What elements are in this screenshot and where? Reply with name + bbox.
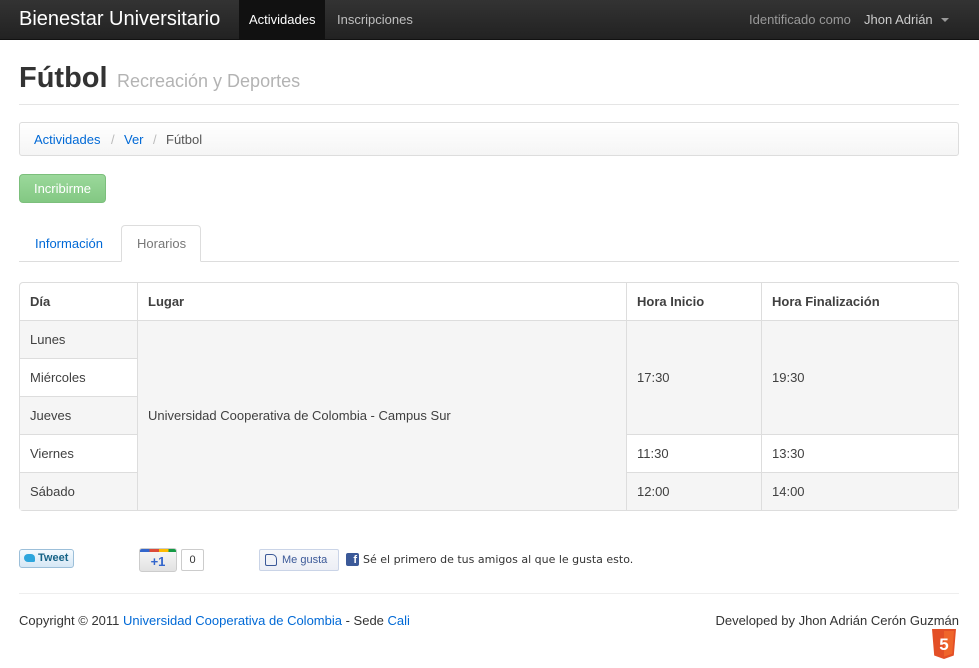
breadcrumb-item-current: Fútbol xyxy=(166,132,203,147)
table-row: Lunes Universidad Cooperativa de Colombi… xyxy=(20,320,958,510)
end-time-cell: 14:00 xyxy=(761,472,958,510)
google-color-bar-icon xyxy=(140,549,176,552)
thumbs-up-icon xyxy=(265,554,277,566)
day-cell: Sábado xyxy=(20,472,137,510)
start-time-cell: 12:00 xyxy=(626,472,761,510)
breadcrumb-item-ver[interactable]: Ver xyxy=(124,132,144,148)
html5-logo-icon: 5 xyxy=(932,629,956,659)
tab-horarios[interactable]: Horarios xyxy=(121,225,201,262)
day-cell: Jueves xyxy=(20,396,137,434)
sede-text: - Sede xyxy=(345,613,384,628)
table-header-row: Día Lugar Hora Inicio Hora Finalización xyxy=(20,283,958,320)
header-divider xyxy=(19,104,959,105)
start-time-cell: 17:30 xyxy=(626,320,761,434)
breadcrumb-item-actividades[interactable]: Actividades xyxy=(34,132,100,148)
end-time-cell: 13:30 xyxy=(761,434,958,472)
google-plus-count: 0 xyxy=(181,549,204,571)
footer-divider xyxy=(19,593,959,594)
breadcrumb-separator: / xyxy=(153,132,157,147)
university-link[interactable]: Universidad Cooperativa de Colombia xyxy=(123,613,342,628)
facebook-like-label: Me gusta xyxy=(282,554,328,566)
nav-item-actividades[interactable]: Actividades xyxy=(239,0,326,40)
brand-title[interactable]: Bienestar Universitario xyxy=(19,8,220,30)
google-plus-one-button[interactable]: +1 xyxy=(139,548,177,572)
breadcrumb: Actividades / Ver / Fútbol xyxy=(19,122,959,156)
twitter-bird-icon xyxy=(24,554,35,562)
google-plus-one-label: +1 xyxy=(150,554,166,569)
start-time-cell: 11:30 xyxy=(626,434,761,472)
footer-developer: Developed by Jhon Adrián Cerón Guzmán xyxy=(715,613,959,628)
column-header-lugar: Lugar xyxy=(137,283,626,320)
top-navbar: Bienestar Universitario Actividades Insc… xyxy=(0,0,979,40)
day-cell: Miércoles xyxy=(20,358,137,396)
facebook-like-button[interactable]: Me gusta xyxy=(259,549,339,571)
copyright-text: Copyright © 2011 xyxy=(19,613,120,628)
footer-copyright: Copyright © 2011 Universidad Cooperativa… xyxy=(19,613,410,629)
tab-informacion[interactable]: Información xyxy=(20,225,118,262)
day-cell: Lunes xyxy=(20,320,137,358)
user-menu-toggle[interactable]: Jhon Adrián xyxy=(864,0,933,40)
end-time-cell: 19:30 xyxy=(761,320,958,434)
facebook-icon: f xyxy=(346,553,359,566)
column-header-hora-inicio: Hora Inicio xyxy=(626,283,761,320)
tweet-button[interactable]: Tweet xyxy=(19,549,74,568)
place-cell: Universidad Cooperativa de Colombia - Ca… xyxy=(137,320,626,510)
html5-badge-text: 5 xyxy=(939,635,948,654)
breadcrumb-separator: / xyxy=(111,132,115,147)
enroll-button[interactable]: Incribirme xyxy=(19,174,106,203)
day-cell: Viernes xyxy=(20,434,137,472)
city-link[interactable]: Cali xyxy=(388,613,410,628)
identified-as-label: Identificado como xyxy=(749,12,851,27)
schedule-table: Día Lugar Hora Inicio Hora Finalización … xyxy=(19,282,959,511)
page-subtitle: Recreación y Deportes xyxy=(117,71,301,91)
page-title: Fútbol xyxy=(19,62,108,94)
nav-item-inscripciones[interactable]: Inscripciones xyxy=(327,0,423,40)
chevron-down-icon[interactable] xyxy=(941,18,949,22)
column-header-dia: Día xyxy=(30,294,51,309)
tweet-label: Tweet xyxy=(38,552,69,564)
column-header-hora-finalizacion: Hora Finalización xyxy=(761,283,958,320)
facebook-like-text: Sé el primero de tus amigos al que le gu… xyxy=(363,553,634,566)
